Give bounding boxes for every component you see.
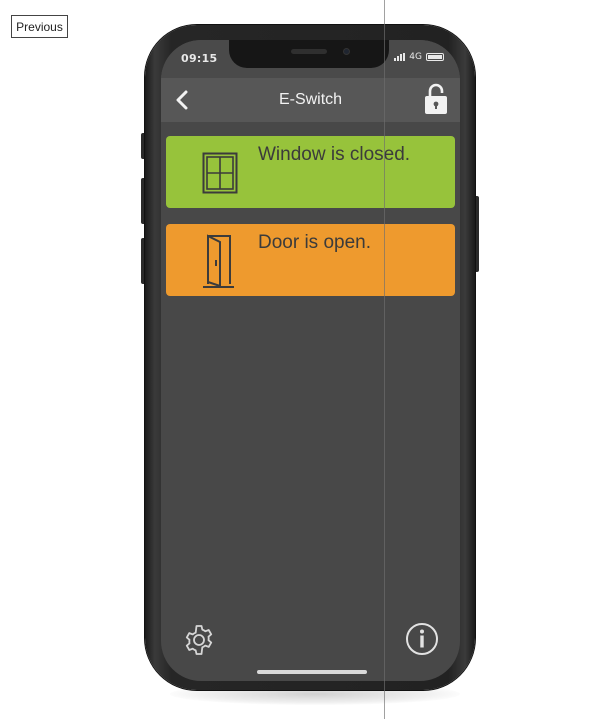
speaker-grille — [291, 49, 327, 54]
window-status-card: Window is closed. — [166, 136, 455, 208]
app-title: E-Switch — [278, 91, 343, 108]
info-icon[interactable] — [405, 622, 439, 656]
page: Previous 09:15 4G E-Switch Window is clo… — [0, 0, 600, 719]
battery-icon — [426, 53, 444, 61]
network-label: 4G — [409, 52, 422, 62]
chevron-left-icon[interactable] — [175, 90, 189, 110]
lock-open-icon[interactable] — [424, 83, 448, 115]
door-status-card: Door is open. — [166, 224, 455, 296]
phone-screen: 09:15 4G E-Switch Window is closed. Door… — [161, 40, 460, 681]
app-header: E-Switch — [161, 78, 460, 122]
door-icon — [203, 234, 234, 288]
home-indicator[interactable] — [257, 670, 367, 674]
door-status-text: Door is open. — [258, 232, 372, 253]
status-time: 09:15 — [181, 52, 218, 65]
signal-icon — [394, 53, 406, 61]
front-camera — [343, 48, 350, 55]
window-icon — [202, 152, 238, 194]
notch — [229, 40, 389, 68]
previous-button[interactable]: Previous — [11, 15, 68, 38]
status-indicators: 4G — [394, 52, 444, 62]
vertical-guide-line — [384, 0, 385, 719]
gear-icon[interactable] — [183, 624, 215, 656]
window-status-text: Window is closed. — [258, 144, 411, 165]
